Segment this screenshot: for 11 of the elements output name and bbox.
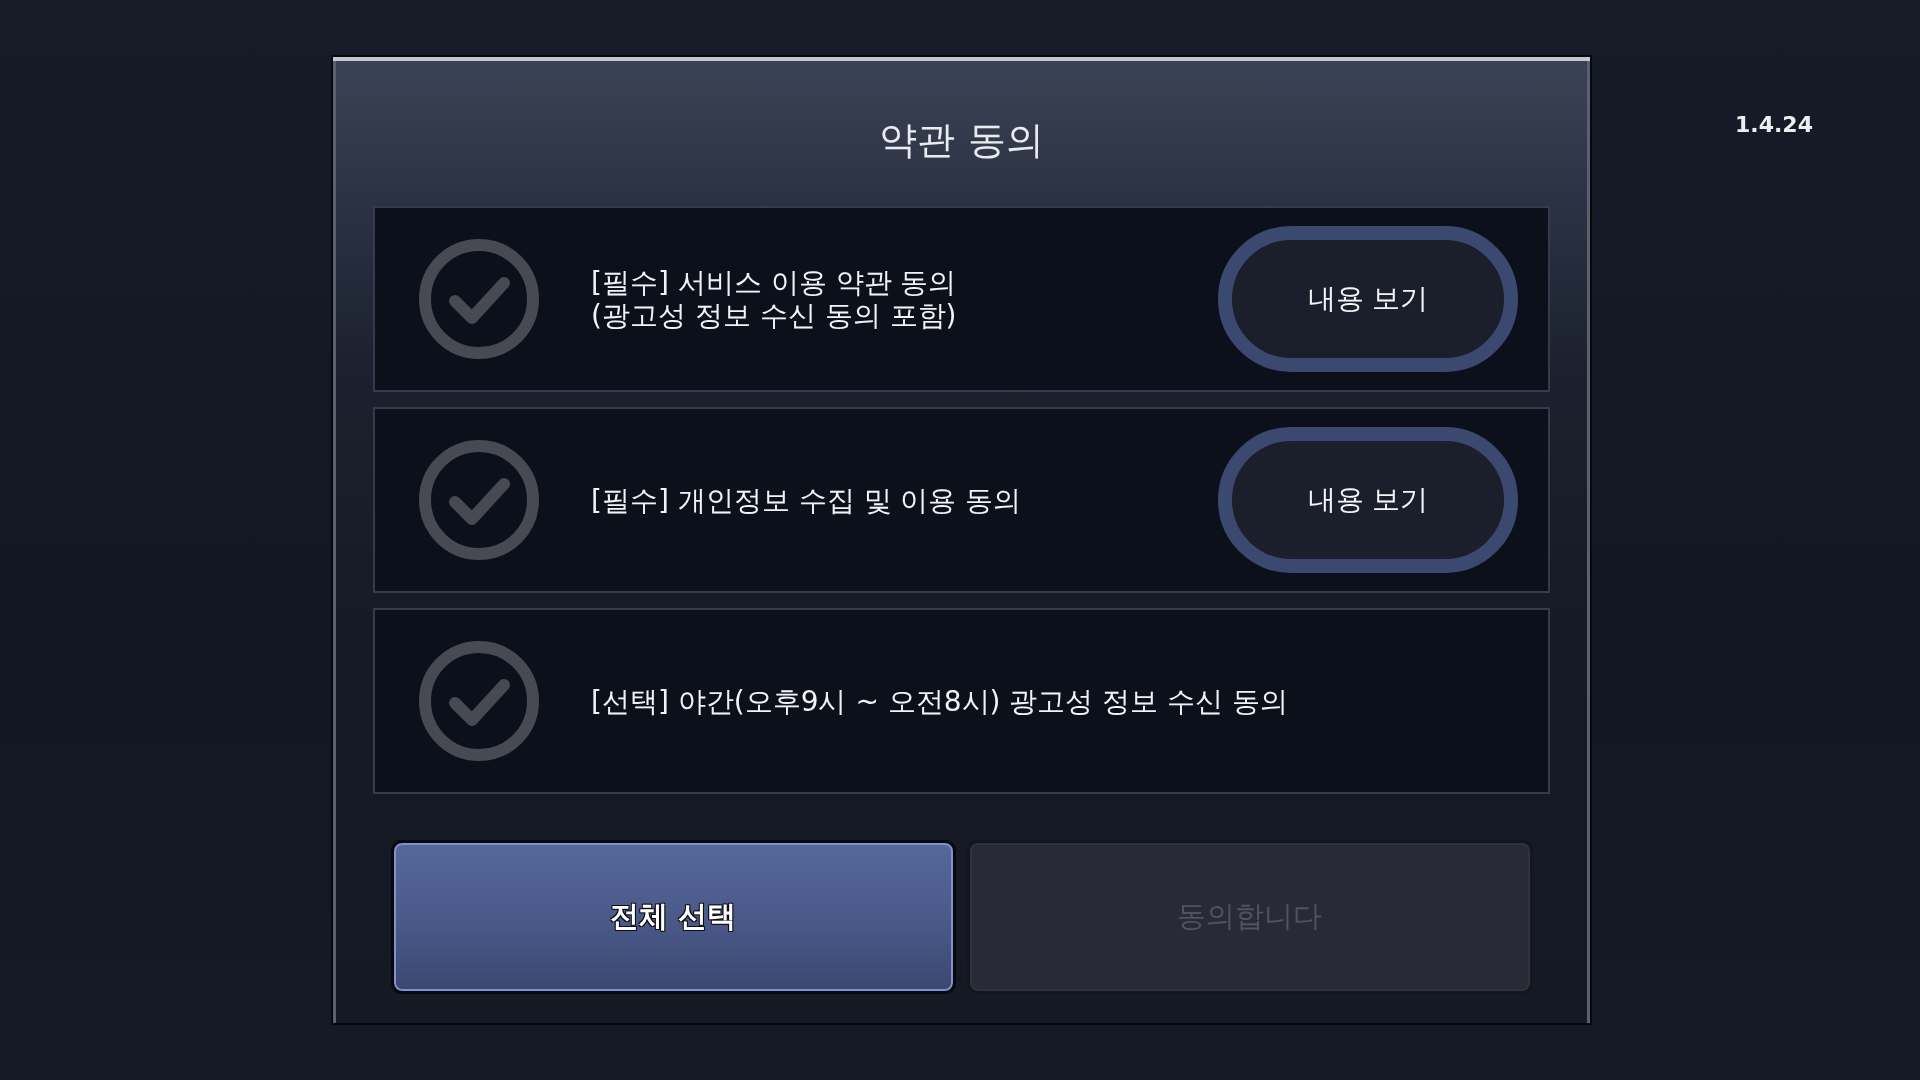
check-circle-icon[interactable]	[419, 641, 539, 761]
view-content-button[interactable]: 내용 보기	[1218, 226, 1518, 372]
version-label: 1.4.24	[1735, 111, 1813, 139]
action-button[interactable]: 전체 선택	[390, 840, 956, 994]
dialog-title: 약관 동의	[879, 117, 1044, 164]
terms-label: [필수] 개인정보 수집 및 이용 동의	[591, 483, 1023, 517]
view-content-button[interactable]: 내용 보기	[1218, 427, 1518, 573]
check-circle-icon[interactable]	[419, 239, 539, 359]
terms-label: [필수] 서비스 이용 약관 동의 (광고성 정보 수신 동의 포함)	[591, 266, 958, 332]
check-circle-icon[interactable]	[419, 440, 539, 560]
terms-label: [선택] 야간(오후9시 ~ 오전8시) 광고성 정보 수신 동의	[591, 684, 1290, 718]
